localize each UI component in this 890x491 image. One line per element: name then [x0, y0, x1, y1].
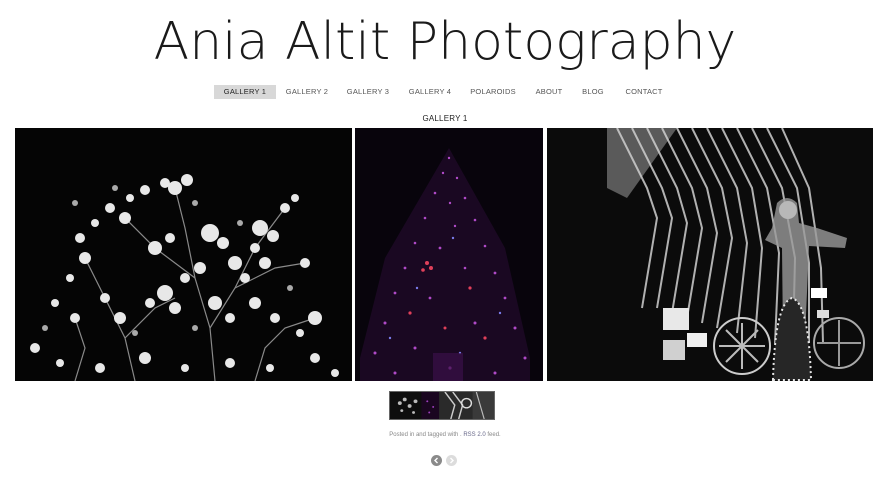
rss-link[interactable]: RSS 2.0	[463, 432, 485, 438]
post-meta: Posted in and tagged with . RSS 2.0 feed…	[0, 432, 890, 438]
nav-item-blog[interactable]: BLOG	[578, 85, 608, 99]
photo-lit-tree-image	[355, 128, 543, 381]
chevron-left-icon	[434, 457, 438, 464]
nav-item-contact[interactable]: CONTACT	[620, 85, 668, 99]
photo-lit-tree[interactable]	[355, 128, 543, 381]
main-nav: GALLERY 1 GALLERY 2 GALLERY 3 GALLERY 4 …	[0, 85, 890, 100]
thumbnail-filmstrip[interactable]	[389, 391, 495, 420]
photo-blossoms[interactable]	[15, 128, 352, 381]
nav-item-gallery-2[interactable]: GALLERY 2	[281, 85, 333, 99]
previous-button[interactable]	[431, 455, 442, 466]
gallery-heading: GALLERY 1	[422, 114, 468, 123]
nav-item-gallery-1[interactable]: GALLERY 1	[214, 85, 276, 99]
nav-item-about[interactable]: ABOUT	[531, 85, 567, 99]
photo-light-projection-image	[547, 128, 873, 381]
post-meta-text: Posted in and tagged with .	[389, 432, 464, 438]
filmstrip-thumbnails	[390, 392, 494, 419]
chevron-right-icon	[450, 457, 454, 464]
nav-item-polaroids[interactable]: POLAROIDS	[466, 85, 520, 99]
nav-item-gallery-4[interactable]: GALLERY 4	[404, 85, 456, 99]
next-button[interactable]	[446, 455, 457, 466]
site-title[interactable]: Ania Altit Photography	[0, 10, 890, 74]
nav-item-gallery-3[interactable]: GALLERY 3	[342, 85, 394, 99]
post-meta-suffix: feed.	[485, 432, 501, 438]
photo-blossoms-image	[15, 128, 352, 381]
photo-light-projection[interactable]	[547, 128, 873, 381]
